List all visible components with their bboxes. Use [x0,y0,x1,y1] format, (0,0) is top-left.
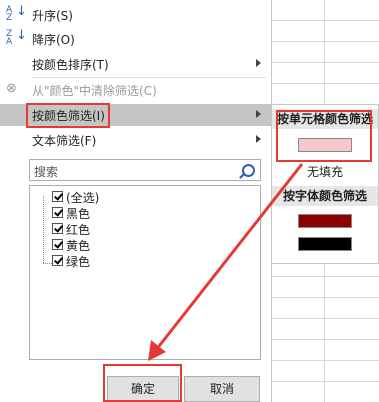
arrow-shaft [154,163,304,351]
annotation-arrow [148,163,304,361]
arrow-head [148,340,166,361]
